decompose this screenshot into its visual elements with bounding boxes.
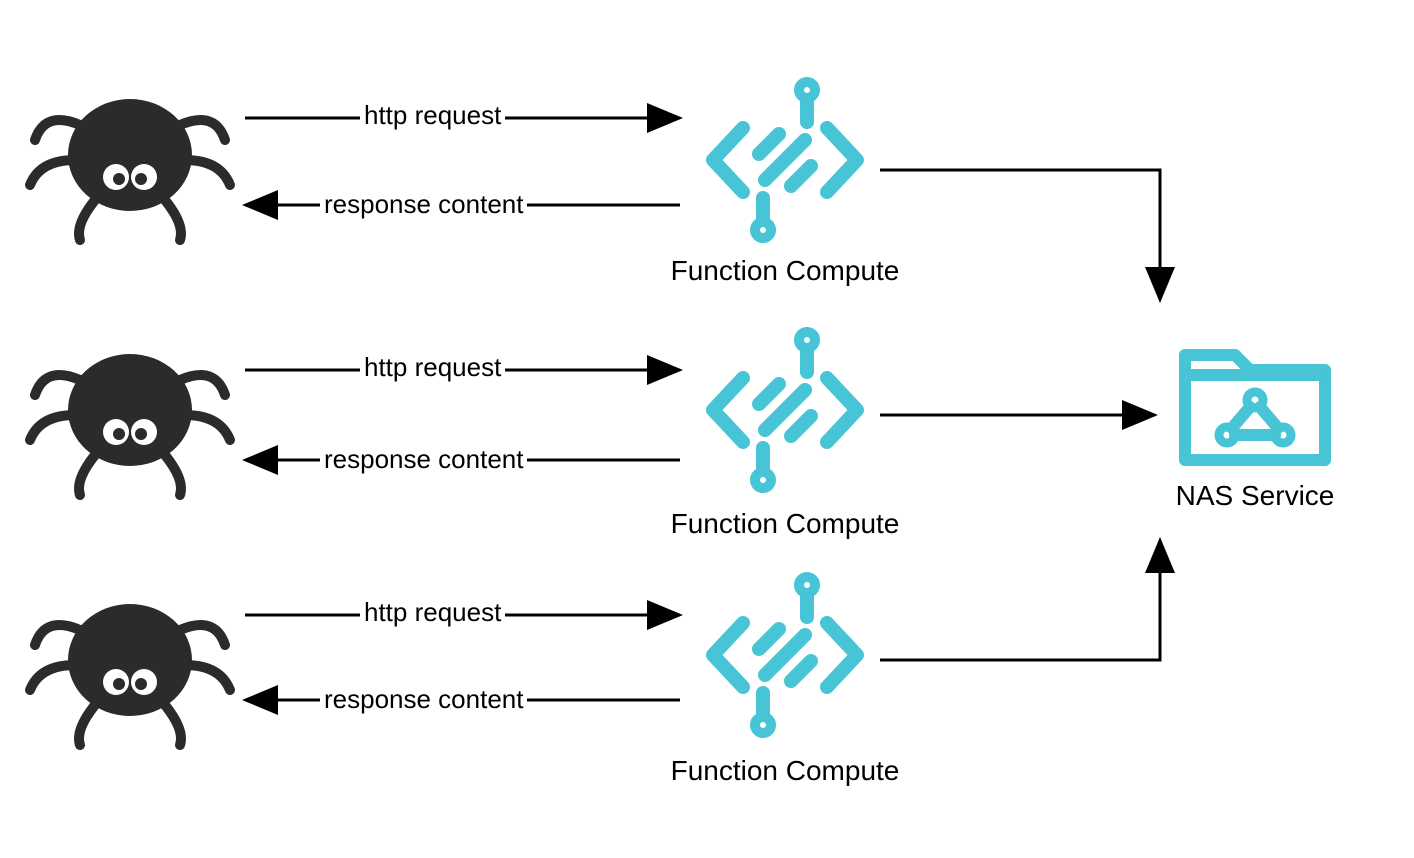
function-compute-icon-1 [713,82,857,238]
nas-service-icon [1185,355,1325,460]
function-compute-icon-3 [713,577,857,733]
response-label-3: response content [320,684,527,715]
arrow-fc1-nas [880,170,1160,300]
fc3-label: Function Compute [650,755,920,787]
nas-label: NAS Service [1155,480,1355,512]
diagram-svg [0,0,1414,858]
function-compute-icon-2 [713,332,857,488]
fc2-label: Function Compute [650,508,920,540]
spider-icon-3 [30,604,230,745]
request-label-3: http request [360,597,505,628]
request-label-1: http request [360,100,505,131]
spider-icon-1 [30,99,230,240]
arrow-fc3-nas [880,540,1160,660]
request-label-2: http request [360,352,505,383]
architecture-diagram: http request response content http reque… [0,0,1414,858]
fc1-label: Function Compute [650,255,920,287]
response-label-2: response content [320,444,527,475]
spider-icon-2 [30,354,230,495]
response-label-1: response content [320,189,527,220]
